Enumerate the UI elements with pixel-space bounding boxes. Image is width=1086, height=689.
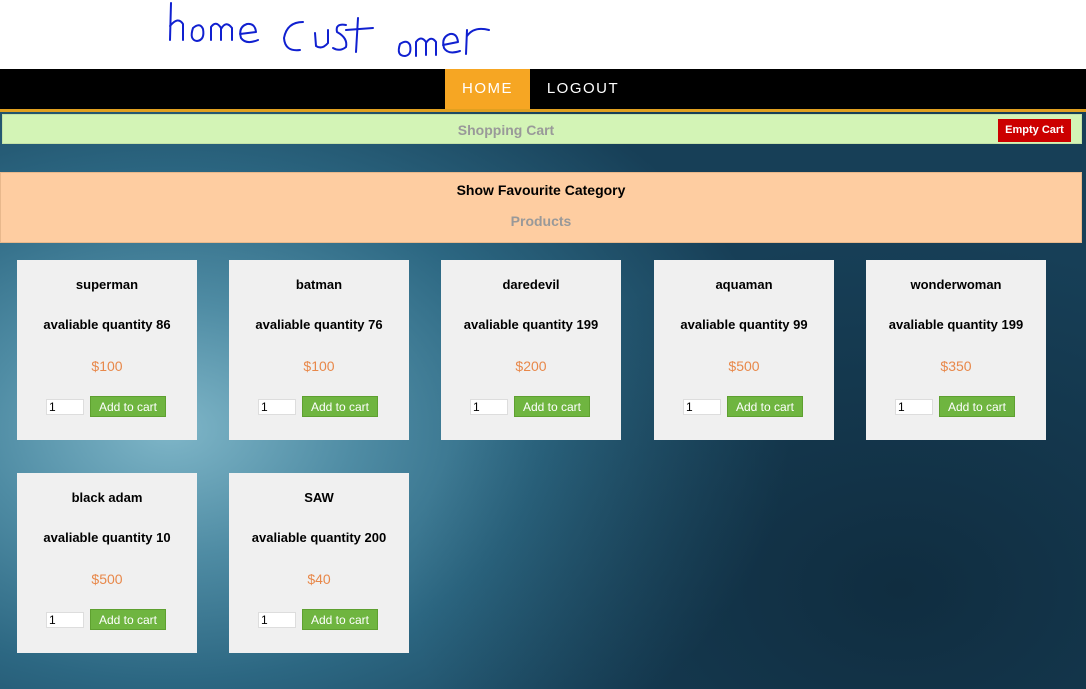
handwritten-title-logo [169, 2, 490, 57]
product-card-wonderwoman: wonderwoman avaliable quantity 199 $350 … [866, 260, 1046, 440]
product-card-black-adam: black adam avaliable quantity 10 $500 Ad… [17, 473, 197, 653]
products-title: Products [510, 213, 572, 229]
quantity-input[interactable] [46, 612, 84, 628]
category-panel: Show Favourite Category Products [0, 172, 1082, 243]
product-name: daredevil [502, 277, 560, 292]
product-price: $350 [940, 358, 972, 374]
nav-logout-link[interactable]: LOGOUT [530, 69, 636, 109]
nav-home-link[interactable]: HOME [445, 69, 530, 109]
product-name: superman [75, 277, 139, 292]
product-card-aquaman: aquaman avaliable quantity 99 $500 Add t… [654, 260, 834, 440]
add-to-cart-button[interactable]: Add to cart [90, 609, 166, 630]
product-price: $40 [307, 571, 331, 587]
product-card-daredevil: daredevil avaliable quantity 199 $200 Ad… [441, 260, 621, 440]
product-name: aquaman [715, 277, 773, 292]
shopping-cart-bar: Shopping Cart Empty Cart [2, 114, 1082, 144]
add-to-cart-button[interactable]: Add to cart [727, 396, 803, 417]
product-price: $200 [515, 358, 547, 374]
product-quantity: avaliable quantity 199 [463, 317, 599, 332]
product-quantity: avaliable quantity 10 [43, 530, 171, 545]
quantity-input[interactable] [258, 612, 296, 628]
shopping-cart-title[interactable]: Shopping Cart [3, 122, 1009, 138]
product-card-saw: SAW avaliable quantity 200 $40 Add to ca… [229, 473, 409, 653]
quantity-input[interactable] [895, 399, 933, 415]
product-price: $100 [91, 358, 123, 374]
product-quantity: avaliable quantity 99 [680, 317, 808, 332]
show-favourite-category-link[interactable]: Show Favourite Category [1, 182, 1081, 198]
add-to-cart-button[interactable]: Add to cart [90, 396, 166, 417]
product-quantity: avaliable quantity 199 [888, 317, 1024, 332]
add-to-cart-button[interactable]: Add to cart [939, 396, 1015, 417]
product-price: $100 [303, 358, 335, 374]
quantity-input[interactable] [46, 399, 84, 415]
product-name: SAW [304, 490, 334, 505]
add-to-cart-button[interactable]: Add to cart [302, 609, 378, 630]
add-to-cart-button[interactable]: Add to cart [302, 396, 378, 417]
product-name: batman [295, 277, 343, 292]
product-price: $500 [728, 358, 760, 374]
quantity-input[interactable] [470, 399, 508, 415]
product-price: $500 [91, 571, 123, 587]
product-card-batman: batman avaliable quantity 76 $100 Add to… [229, 260, 409, 440]
page-header [0, 0, 1086, 69]
product-name: black adam [71, 490, 143, 505]
product-quantity: avaliable quantity 86 [43, 317, 171, 332]
product-quantity: avaliable quantity 76 [255, 317, 383, 332]
product-card-superman: superman avaliable quantity 86 $100 Add … [17, 260, 197, 440]
quantity-input[interactable] [683, 399, 721, 415]
product-quantity: avaliable quantity 200 [251, 530, 387, 545]
top-navbar: HOME LOGOUT [0, 69, 1086, 112]
product-name: wonderwoman [910, 277, 1002, 292]
quantity-input[interactable] [258, 399, 296, 415]
empty-cart-button[interactable]: Empty Cart [998, 119, 1071, 142]
add-to-cart-button[interactable]: Add to cart [514, 396, 590, 417]
